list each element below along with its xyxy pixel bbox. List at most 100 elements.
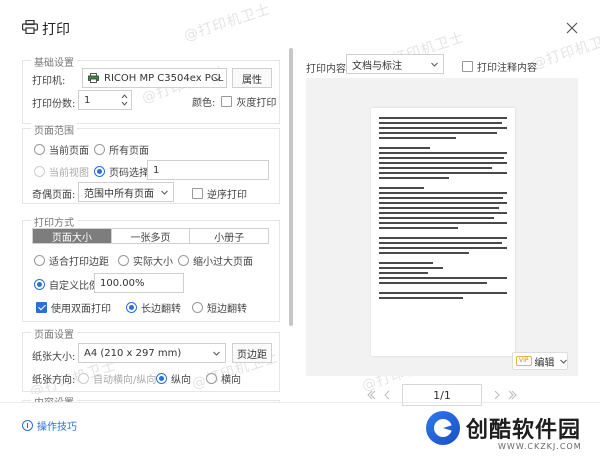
settings-panel: 基础设置 打印机: RICOH MP C3504ex PCL 6 属性 打印份数… [22, 46, 284, 402]
brand-url: WWW.CKZKJ.COM [498, 442, 582, 451]
odd-even-label: 奇偶页面: [32, 190, 76, 201]
landscape-radio[interactable] [206, 373, 217, 384]
printer-value: RICOH MP C3504ex PCL 6 [104, 72, 224, 84]
annotation-checkbox[interactable] [462, 61, 473, 72]
duplex-checkbox[interactable] [36, 302, 47, 313]
shrink-label: 缩小过大页面 [193, 257, 253, 268]
print-content-select[interactable]: 文档与标注 [346, 54, 444, 74]
auto-orientation-option[interactable]: 自动横向/纵向 [78, 371, 156, 386]
printer-small-icon [88, 73, 99, 83]
settings-scrollbar-thumb[interactable] [289, 48, 293, 326]
page-indicator[interactable]: 1/1 [402, 384, 482, 406]
copies-label: 打印份数: [32, 99, 76, 110]
first-page-icon[interactable] [366, 390, 376, 400]
group-title: 内容设置 [31, 394, 77, 402]
custom-scale-radio[interactable] [34, 279, 45, 290]
page-select-value: 1 [153, 164, 160, 176]
chevron-down-icon [214, 76, 221, 81]
portrait-radio[interactable] [156, 373, 167, 384]
odd-even-value: 范围中所有页面 [84, 188, 154, 200]
group-title: 打印方式 [31, 214, 77, 229]
copies-value: 1 [84, 94, 91, 106]
auto-orientation-radio[interactable] [78, 373, 89, 384]
current-view-option[interactable]: 当前视图 [34, 164, 89, 179]
window-title: 打印 [42, 22, 70, 38]
landscape-label: 横向 [221, 375, 241, 386]
group-title: 页面范围 [31, 122, 77, 137]
chevron-down-icon [431, 62, 438, 67]
page-select-label: 页码选择: [109, 168, 153, 179]
copies-stepper[interactable]: 1 [78, 90, 132, 110]
tips-link[interactable]: 操作技巧 [22, 418, 77, 433]
reverse-row[interactable]: 逆序打印 [192, 186, 247, 201]
fit-margin-option[interactable]: 适合打印边距 [34, 253, 109, 268]
scale-value: 100.00% [100, 277, 145, 289]
all-pages-option[interactable]: 所有页面 [94, 142, 149, 157]
reverse-label: 逆序打印 [207, 190, 247, 201]
paper-size-label: 纸张大小: [32, 352, 76, 363]
long-edge-label: 长边翻转 [141, 304, 181, 315]
tab-booklet[interactable]: 小册子 [190, 229, 268, 244]
color-label: 颜色: [192, 98, 216, 109]
tab-page-size[interactable]: 页面大小 [33, 229, 112, 244]
close-icon[interactable] [566, 22, 578, 34]
custom-scale-label: 自定义比例 [49, 281, 99, 292]
odd-even-row: 奇偶页面: [32, 186, 75, 201]
long-edge-option[interactable]: 长边翻转 [126, 300, 181, 315]
printer-row: 打印机: [32, 72, 65, 87]
short-edge-option[interactable]: 短边翻转 [192, 300, 247, 315]
duplex-label: 使用双面打印 [51, 304, 111, 315]
paper-size-select[interactable]: A4 (210 x 297 mm) [78, 343, 226, 363]
grayscale-checkbox[interactable] [221, 96, 233, 107]
landscape-option[interactable]: 横向 [206, 371, 241, 386]
page-select-radio[interactable] [94, 166, 105, 177]
all-pages-radio[interactable] [94, 144, 105, 155]
margin-button[interactable]: 页边距 [232, 343, 272, 363]
printer-icon [22, 20, 38, 34]
page-select-option[interactable]: 页码选择: [94, 164, 152, 179]
title-bar: 打印 [0, 0, 600, 46]
page-select-input[interactable]: 1 [147, 160, 269, 180]
odd-even-select[interactable]: 范围中所有页面 [78, 182, 174, 202]
properties-button[interactable]: 属性 [232, 68, 272, 88]
short-edge-label: 短边翻转 [207, 304, 247, 315]
printer-select[interactable]: RICOH MP C3504ex PCL 6 [82, 68, 227, 88]
fit-margin-radio[interactable] [34, 255, 45, 266]
prev-page-icon[interactable] [382, 390, 392, 400]
reverse-checkbox[interactable] [192, 188, 203, 199]
preview-page [371, 108, 515, 356]
edit-button[interactable]: VIP 编辑 [512, 352, 568, 370]
annotation-label: 打印注释内容 [477, 63, 537, 74]
shrink-radio[interactable] [178, 255, 189, 266]
vip-badge: VIP [516, 356, 532, 366]
duplex-row[interactable]: 使用双面打印 [36, 300, 111, 315]
print-mode-tabs: 页面大小 一张多页 小册子 [32, 228, 269, 244]
current-page-radio[interactable] [34, 144, 45, 155]
current-page-option[interactable]: 当前页面 [34, 142, 89, 157]
orientation-label: 纸张方向: [32, 375, 76, 386]
tips-label: 操作技巧 [37, 422, 77, 433]
print-content-value: 文档与标注 [352, 60, 402, 72]
portrait-option[interactable]: 纵向 [156, 371, 191, 386]
stepper-arrows-icon[interactable] [121, 92, 128, 108]
actual-size-radio[interactable] [118, 255, 129, 266]
brand-watermark: 创酷软件园 WWW.CKZKJ.COM [426, 408, 596, 456]
short-edge-radio[interactable] [192, 302, 203, 313]
next-page-icon[interactable] [492, 390, 502, 400]
chevron-down-icon [213, 351, 220, 356]
brand-name: 创酷软件园 [466, 418, 582, 443]
shrink-option[interactable]: 缩小过大页面 [178, 253, 253, 268]
current-view-radio[interactable] [34, 166, 45, 177]
custom-scale-option[interactable]: 自定义比例 [34, 277, 99, 292]
tab-multi-page[interactable]: 一张多页 [112, 229, 191, 244]
long-edge-radio[interactable] [126, 302, 137, 313]
paper-size-row: 纸张大小: [32, 348, 75, 363]
actual-size-option[interactable]: 实际大小 [118, 253, 173, 268]
grayscale-row: 颜色: 灰度打印 [192, 94, 276, 109]
fit-margin-label: 适合打印边距 [49, 257, 109, 268]
last-page-icon[interactable] [508, 390, 518, 400]
current-view-label: 当前视图 [49, 168, 89, 179]
annotation-row[interactable]: 打印注释内容 [462, 59, 537, 74]
tips-icon [22, 420, 33, 431]
scale-input[interactable]: 100.00% [94, 273, 184, 293]
